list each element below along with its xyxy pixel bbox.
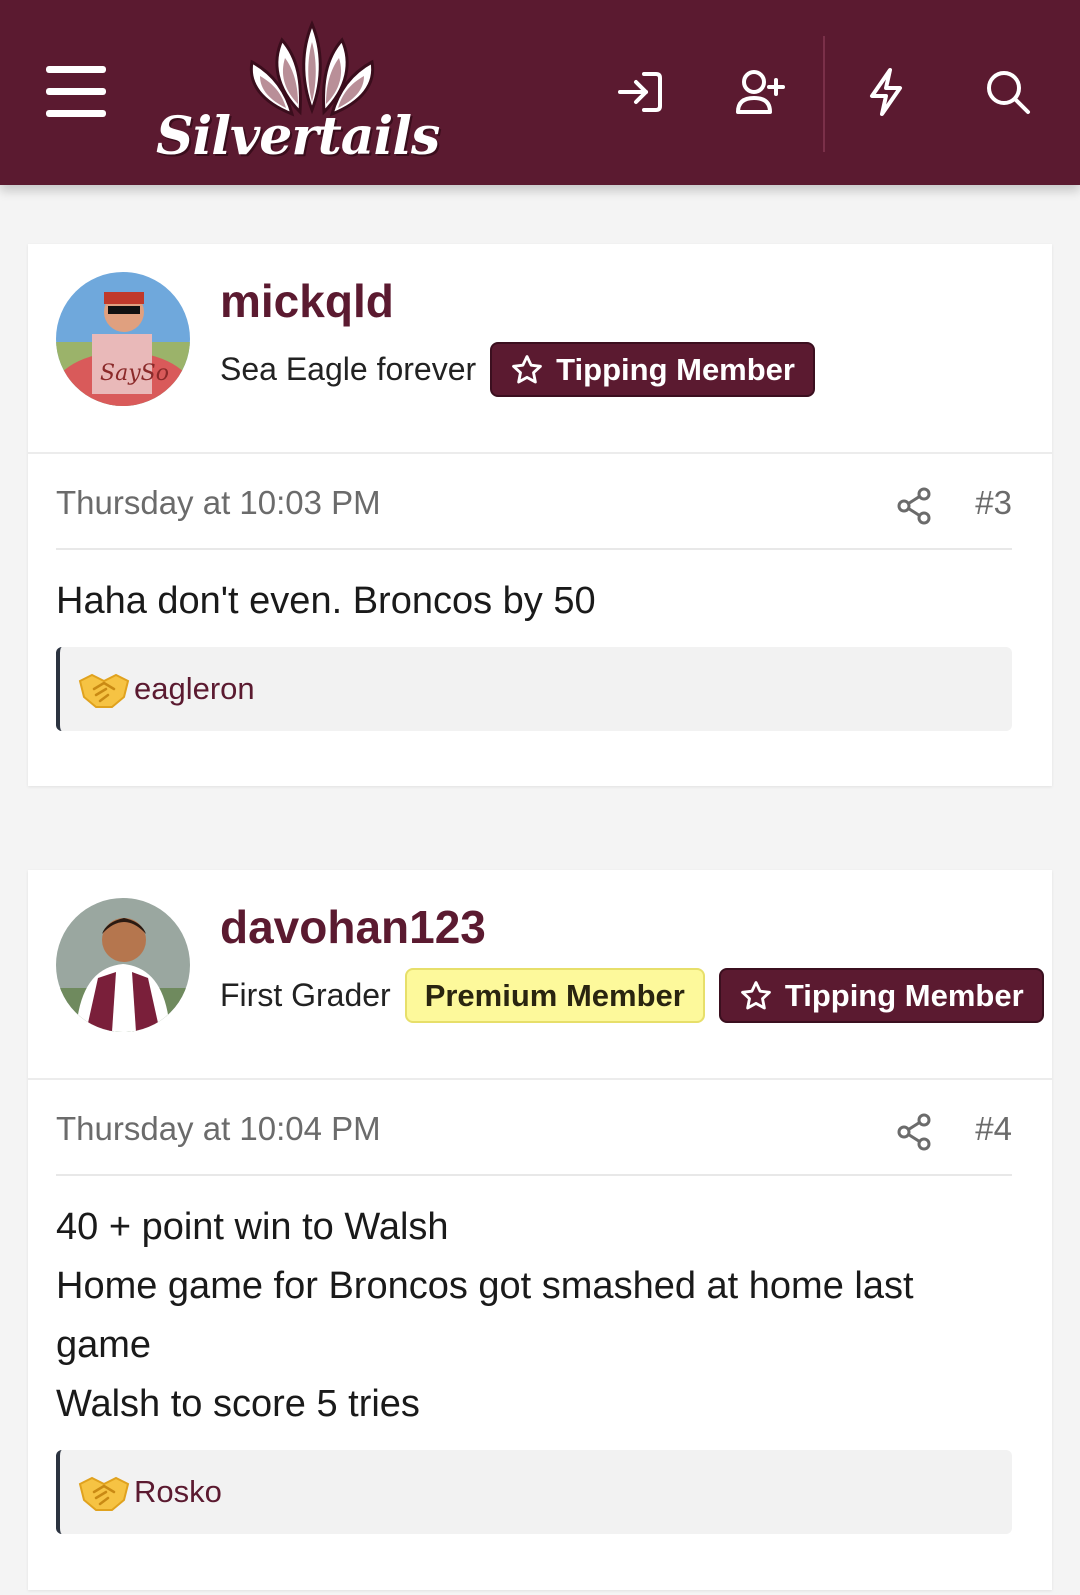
user-meta: First Grader Premium Member Tipping Memb… bbox=[220, 968, 1044, 1023]
handshake-icon bbox=[78, 673, 130, 708]
share-icon[interactable] bbox=[894, 486, 934, 526]
post-card: SaySo mickqld Sea Eagle forever Tipping … bbox=[28, 244, 1052, 786]
register-icon[interactable] bbox=[734, 66, 786, 118]
post-line: game bbox=[56, 1324, 152, 1366]
search-icon[interactable] bbox=[982, 66, 1034, 118]
post-user-block: davohan123 First Grader Premium Member T… bbox=[28, 870, 1052, 1080]
tipping-member-badge: Tipping Member bbox=[718, 968, 1044, 1023]
star-icon bbox=[512, 354, 543, 383]
site-logo[interactable]: Silvertails bbox=[152, 18, 472, 178]
user-title: First Grader bbox=[220, 977, 391, 1013]
user-title: Sea Eagle forever bbox=[220, 351, 477, 387]
whats-new-icon[interactable] bbox=[860, 66, 912, 118]
avatar[interactable]: SaySo bbox=[56, 272, 190, 406]
post-meta: Thursday at 10:04 PM #4 bbox=[56, 1080, 1012, 1176]
star-icon bbox=[740, 980, 771, 1009]
menu-icon[interactable] bbox=[46, 66, 106, 118]
handshake-icon bbox=[78, 1476, 130, 1511]
premium-member-badge: Premium Member bbox=[404, 968, 705, 1023]
post-number[interactable]: #4 bbox=[975, 1110, 1012, 1148]
login-icon[interactable] bbox=[614, 66, 666, 118]
post-card: davohan123 First Grader Premium Member T… bbox=[28, 870, 1052, 1590]
badge-label: Tipping Member bbox=[556, 351, 795, 387]
post-number[interactable]: #3 bbox=[975, 484, 1012, 522]
user-meta: Sea Eagle forever Tipping Member bbox=[220, 342, 815, 397]
post-line: Walsh to score 5 tries bbox=[56, 1383, 420, 1425]
site-header: Silvertails bbox=[0, 0, 1080, 185]
brand-name: Silvertails bbox=[156, 106, 440, 167]
post-line: 40 + point win to Walsh bbox=[56, 1206, 449, 1248]
svg-text:SaySo: SaySo bbox=[100, 361, 169, 386]
reactions-bar[interactable]: eagleron bbox=[56, 647, 1012, 731]
post-date[interactable]: Thursday at 10:03 PM bbox=[56, 484, 381, 522]
post-line: Home game for Broncos got smashed at hom… bbox=[56, 1265, 914, 1307]
post-meta: Thursday at 10:03 PM #3 bbox=[56, 454, 1012, 550]
badge-label: Tipping Member bbox=[784, 977, 1024, 1013]
username[interactable]: mickqld bbox=[220, 274, 394, 328]
avatar[interactable] bbox=[56, 898, 190, 1032]
reaction-user[interactable]: Rosko bbox=[134, 1474, 222, 1510]
tipping-member-badge: Tipping Member bbox=[490, 342, 815, 397]
post-date[interactable]: Thursday at 10:04 PM bbox=[56, 1110, 381, 1148]
post-line: Haha don't even. Broncos by 50 bbox=[56, 580, 596, 622]
post-body: Haha don't even. Broncos by 50 bbox=[28, 550, 1052, 631]
username[interactable]: davohan123 bbox=[220, 900, 486, 954]
post-user-block: SaySo mickqld Sea Eagle forever Tipping … bbox=[28, 244, 1052, 454]
feather-crest-icon bbox=[249, 20, 375, 117]
post-body: 40 + point win to Walsh Home game for Br… bbox=[28, 1176, 1052, 1434]
reactions-bar[interactable]: Rosko bbox=[56, 1450, 1012, 1534]
header-divider bbox=[823, 36, 825, 152]
reaction-user[interactable]: eagleron bbox=[134, 671, 255, 707]
share-icon[interactable] bbox=[894, 1112, 934, 1152]
